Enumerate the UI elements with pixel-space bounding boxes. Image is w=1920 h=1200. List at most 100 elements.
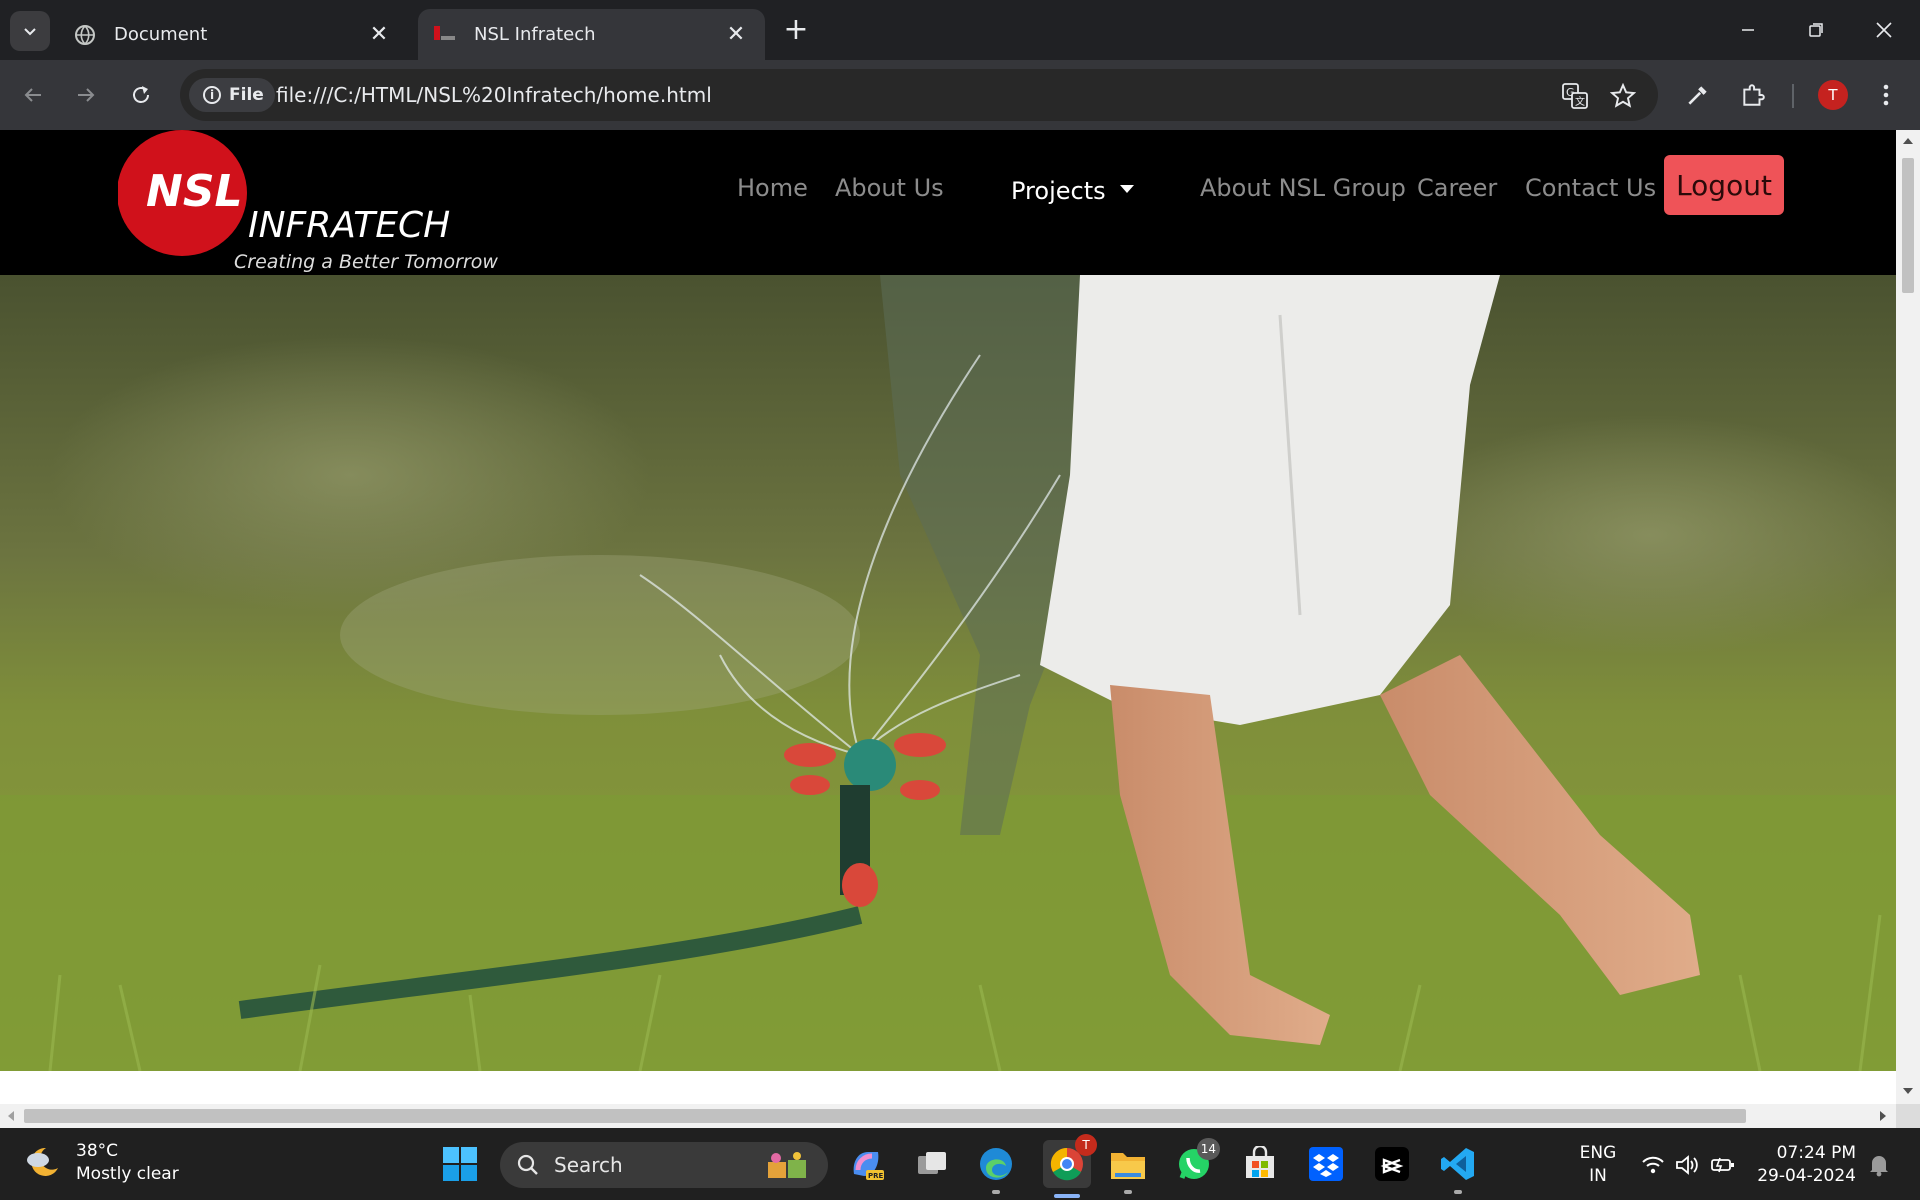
close-tab-icon[interactable]: ✕ [366, 22, 392, 48]
bookmark-star-icon[interactable] [1608, 81, 1638, 111]
weather-temp: 38°C [76, 1141, 119, 1161]
wifi-icon[interactable] [1640, 1152, 1666, 1178]
windows-taskbar: 38°C Mostly clear Search PRE T 14 ENG IN… [0, 1128, 1920, 1200]
scroll-left-arrow-icon[interactable] [8, 1111, 14, 1121]
forward-button[interactable] [66, 75, 106, 115]
notification-bell-icon[interactable] [1866, 1152, 1892, 1178]
battery-icon[interactable] [1710, 1152, 1736, 1178]
vscode-icon [1441, 1148, 1474, 1180]
scroll-up-arrow-icon[interactable] [1903, 138, 1913, 144]
browser-tab-strip: Document ✕ NSL Infratech ✕ + [0, 0, 1920, 60]
restore-icon [1809, 23, 1823, 37]
svg-text:PRE: PRE [868, 1172, 884, 1180]
kebab-menu-icon[interactable] [1868, 77, 1904, 113]
language-indicator[interactable]: ENG IN [1578, 1142, 1618, 1188]
nav-home-link[interactable]: Home [737, 174, 808, 202]
running-indicator [1454, 1190, 1462, 1194]
moon-cloud-icon [27, 1147, 58, 1176]
search-placeholder: Search [554, 1153, 623, 1177]
running-indicator [1124, 1190, 1132, 1194]
profile-avatar[interactable]: T [1818, 80, 1848, 110]
volume-icon[interactable] [1674, 1152, 1700, 1178]
logo-tagline-text: Creating a Better Tomorrow [234, 251, 498, 273]
running-indicator [992, 1190, 1000, 1194]
address-bar[interactable]: i File file:///C:/HTML/NSL%20Infratech/h… [180, 69, 1658, 121]
start-button[interactable] [440, 1144, 480, 1184]
browser-toolbar: i File file:///C:/HTML/NSL%20Infratech/h… [0, 60, 1920, 130]
clock-time: 07:24 PM [1776, 1143, 1856, 1163]
back-button[interactable] [13, 75, 53, 115]
tab-title: Document [114, 24, 208, 45]
edge-app[interactable] [976, 1144, 1016, 1194]
site-navbar: NSL INFRATECH Creating a Better Tomorrow… [0, 130, 1896, 275]
task-view-app[interactable] [912, 1144, 952, 1184]
nav-projects-dropdown[interactable]: Projects [1011, 177, 1134, 205]
capcut-icon [1375, 1147, 1409, 1181]
page-viewport: NSL INFRATECH Creating a Better Tomorrow… [0, 130, 1896, 1104]
microsoft-store-icon [1246, 1146, 1274, 1178]
logo-name-text: INFRATECH [248, 205, 450, 246]
file-explorer-icon [1111, 1153, 1145, 1179]
arrow-right-icon [78, 88, 95, 102]
reload-icon [133, 86, 149, 103]
copilot-icon: PRE [853, 1152, 884, 1180]
horizontal-scroll-thumb[interactable] [24, 1109, 1746, 1123]
tab-document[interactable]: Document ✕ [58, 9, 408, 60]
copilot-app[interactable]: PRE [846, 1144, 886, 1184]
nav-about-us-link[interactable]: About Us [835, 174, 944, 202]
vertical-scroll-thumb[interactable] [1902, 158, 1914, 293]
clock-date: 29-04-2024 [1757, 1166, 1856, 1186]
nav-projects-label: Projects [1011, 177, 1106, 205]
hero-sprinkler-scene [0, 275, 1896, 1071]
vertical-scrollbar[interactable] [1896, 130, 1920, 1104]
extensions-puzzle-icon[interactable] [1735, 77, 1771, 113]
taskbar-search[interactable]: Search [500, 1142, 828, 1188]
task-view-icon [918, 1152, 946, 1174]
chevron-down-icon [24, 28, 36, 36]
site-info-chip[interactable]: i File [189, 78, 275, 112]
system-clock[interactable]: 07:24 PM 29-04-2024 [1756, 1142, 1856, 1188]
eyedropper-icon[interactable] [1680, 77, 1716, 113]
scroll-down-arrow-icon[interactable] [1903, 1088, 1913, 1094]
horizontal-scrollbar[interactable] [0, 1104, 1896, 1128]
minimize-button[interactable] [1720, 8, 1776, 52]
search-highlight-icon [768, 1152, 806, 1178]
tab-title: NSL Infratech [474, 24, 596, 45]
windows-logo-icon [443, 1147, 477, 1181]
minimize-icon [1742, 29, 1754, 31]
close-tab-icon[interactable]: ✕ [723, 22, 749, 48]
file-explorer-app[interactable] [1108, 1144, 1148, 1194]
microsoft-store-app[interactable] [1240, 1144, 1280, 1184]
logo-mark-text: NSL [146, 166, 243, 217]
nsl-logo[interactable]: NSL INFRATECH Creating a Better Tomorrow [117, 130, 498, 275]
dropbox-icon [1309, 1147, 1343, 1181]
new-tab-button[interactable]: + [780, 14, 812, 46]
chrome-app[interactable]: T [1043, 1134, 1097, 1198]
close-window-button[interactable] [1856, 8, 1912, 52]
logout-button[interactable]: Logout [1664, 155, 1784, 215]
hero-image [0, 275, 1896, 1071]
chrome-profile-badge: T [1075, 1134, 1097, 1156]
capcut-app[interactable] [1372, 1144, 1412, 1184]
scroll-right-arrow-icon[interactable] [1880, 1111, 1886, 1121]
whatsapp-app[interactable]: 14 [1174, 1138, 1220, 1184]
dropbox-app[interactable] [1306, 1144, 1346, 1184]
nav-career-link[interactable]: Career [1417, 174, 1497, 202]
language-line2: IN [1589, 1166, 1607, 1186]
tab-nsl-infratech[interactable]: NSL Infratech ✕ [418, 9, 765, 60]
reload-button[interactable] [121, 75, 161, 115]
site-info-label: File [229, 85, 264, 105]
language-line1: ENG [1579, 1143, 1617, 1163]
url-text[interactable]: file:///C:/HTML/NSL%20Infratech/home.htm… [276, 69, 712, 121]
restore-button[interactable] [1788, 8, 1844, 52]
edge-icon [980, 1148, 1012, 1180]
weather-widget[interactable]: 38°C Mostly clear [24, 1140, 179, 1186]
search-icon [517, 1154, 538, 1175]
tab-search-button[interactable] [10, 11, 50, 51]
nav-contact-us-link[interactable]: Contact Us [1525, 174, 1656, 202]
toolbar-separator [1792, 84, 1794, 108]
nav-about-nsl-group-link[interactable]: About NSL Group [1200, 174, 1406, 202]
translate-icon[interactable]: G文 [1560, 81, 1590, 111]
vscode-app[interactable] [1438, 1144, 1478, 1194]
whatsapp-unread-badge: 14 [1196, 1138, 1220, 1160]
